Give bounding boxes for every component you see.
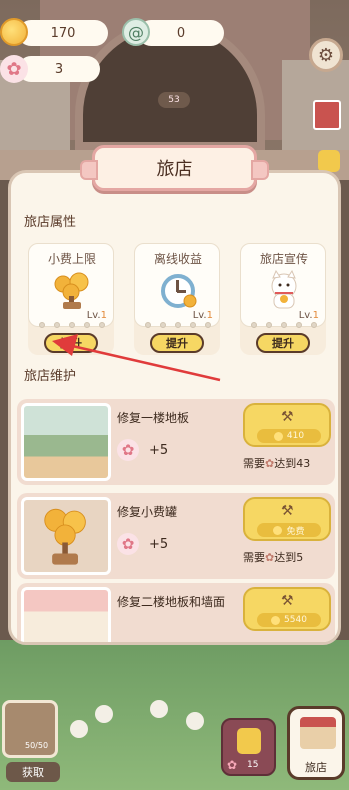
attribute-card-promotion: 旅店宣传 Lv.1 提升 [240,243,326,355]
repair-button[interactable]: ⚒ 410 [243,403,331,447]
blossom-icon: ✿ [0,55,28,83]
repair-price: 5540 [257,613,321,627]
requirement-prefix: 需要 [243,551,265,564]
attribute-level: Lv.1 [193,310,213,321]
repair-price-value: 免费 [286,526,305,537]
hammer-icon: ⚒ [281,593,294,609]
tip-jar-image [21,497,111,575]
blossom-icon: ✿ [117,533,139,555]
attribute-level: Lv.1 [299,310,319,321]
locked-count: 15 [247,760,259,770]
level-dots [39,322,105,328]
book-icon[interactable] [313,100,341,130]
blossom-icon: ✿ [227,758,238,772]
sign-count-text: 53 [168,95,180,105]
house-icon [300,717,336,749]
coin-tree-icon [54,272,89,309]
requirement-text: 需要✿达到5 [243,549,335,565]
coin-icon [273,431,283,441]
level-value: 1 [206,310,213,321]
upgrade-button-offline-income[interactable]: 提升 [150,333,204,353]
attributes-section-label: 旅店属性 [24,215,77,230]
level-value: 1 [312,310,319,321]
attribute-name: 旅店宣传 [259,252,308,266]
attribute-card-offline-income: 离线收益 Lv.1 提升 [134,243,220,355]
coin-icon [273,525,283,535]
sign-count-badge: 53 [158,92,190,108]
inn-tab-button[interactable]: 旅店 [287,706,345,780]
attribute-name: 小费上限 [47,252,96,266]
swirl-icon: @ [122,18,150,46]
level-dots [251,322,317,328]
lock-icon [237,728,261,754]
panel-title-text: 旅店 [156,159,193,180]
maintenance-item-first-floor: 修复一楼地板 ✿ +5 ⚒ 410 需要✿达到43 [17,399,335,485]
maintenance-item-second-floor: 修复二楼地板和墙面 ⚒ 5540 [17,583,335,642]
repair-price: 免费 [257,523,321,537]
maintenance-name: 修复一楼地板 [117,411,190,425]
repair-price: 410 [257,429,321,443]
level-prefix: Lv. [86,310,101,321]
gear-icon[interactable]: ⚙ [309,38,343,72]
first-floor-image [21,403,111,481]
alarm-clock-icon [161,274,197,308]
hammer-icon: ⚒ [281,409,294,425]
attribute-card-tip-limit: 小费上限 Lv.1 提升 [28,243,114,355]
swirl-count: 0 [176,25,186,41]
repair-price-value: 5540 [284,615,307,625]
repair-button[interactable]: ⚒ 5540 [243,587,331,631]
requirement-suffix: 达到5 [274,551,304,564]
requirement-suffix: 达到43 [274,457,311,470]
level-value: 1 [100,310,107,321]
inn-tab-label: 旅店 [305,761,327,774]
attribute-level: Lv.1 [87,310,107,321]
repair-button[interactable]: ⚒ 免费 [243,497,331,541]
swirl-counter: 0 [138,20,224,46]
maintenance-name: 修复二楼地板和墙面 [117,595,226,609]
blossom-icon: ✿ [117,439,139,461]
maintenance-section-label: 旅店维护 [24,369,77,384]
requirement-text: 需要✿达到43 [243,455,335,471]
blossom-icon: ✿ [265,457,275,470]
upgrade-button-tip-limit[interactable]: 提升 [44,333,98,353]
locked-feature-button[interactable]: ✿ 15 [221,718,276,776]
level-prefix: Lv. [298,310,313,321]
blossom-icon: ✿ [265,551,275,564]
attribute-card-inner: 旅店宣传 Lv.1 [240,243,326,328]
maintenance-item-tip-jar: 修复小费罐 ✿ +5 ⚒ 免费 需要✿达到5 [17,493,335,579]
coin-counter: 170 [18,20,108,46]
inn-panel: 旅店属性 小费上限 Lv.1 提升 离线收益 Lv.1 提升 旅店宣传 Lv.1… [8,170,341,645]
attribute-card-inner: 小费上限 Lv.1 [28,243,114,328]
coin-tree-icon [44,508,86,565]
attribute-name: 离线收益 [153,252,202,266]
repair-price-value: 410 [286,431,305,441]
maintenance-name: 修复小费罐 [117,505,178,519]
hammer-icon: ⚒ [281,503,294,519]
lucky-cat-icon [271,270,297,309]
album-count: 50/50 [25,741,49,750]
upgrade-button-promotion[interactable]: 提升 [256,333,310,353]
second-floor-image [21,587,111,642]
attribute-card-inner: 离线收益 Lv.1 [134,243,220,328]
panel-title: 旅店 [80,145,269,191]
requirement-prefix: 需要 [243,457,265,470]
blossom-count: 3 [54,61,64,77]
lock-icon [318,150,340,172]
level-prefix: Lv. [192,310,207,321]
blossom-counter: 3 [18,56,100,82]
maintenance-reward: +5 [149,537,169,552]
maintenance-reward: +5 [149,443,169,458]
get-button[interactable]: 获取 [6,762,60,782]
coin-icon [271,615,281,625]
level-dots [145,322,211,328]
coin-count: 170 [50,25,76,41]
album-button[interactable]: 50/50 [2,700,58,758]
coin-icon [0,18,28,46]
